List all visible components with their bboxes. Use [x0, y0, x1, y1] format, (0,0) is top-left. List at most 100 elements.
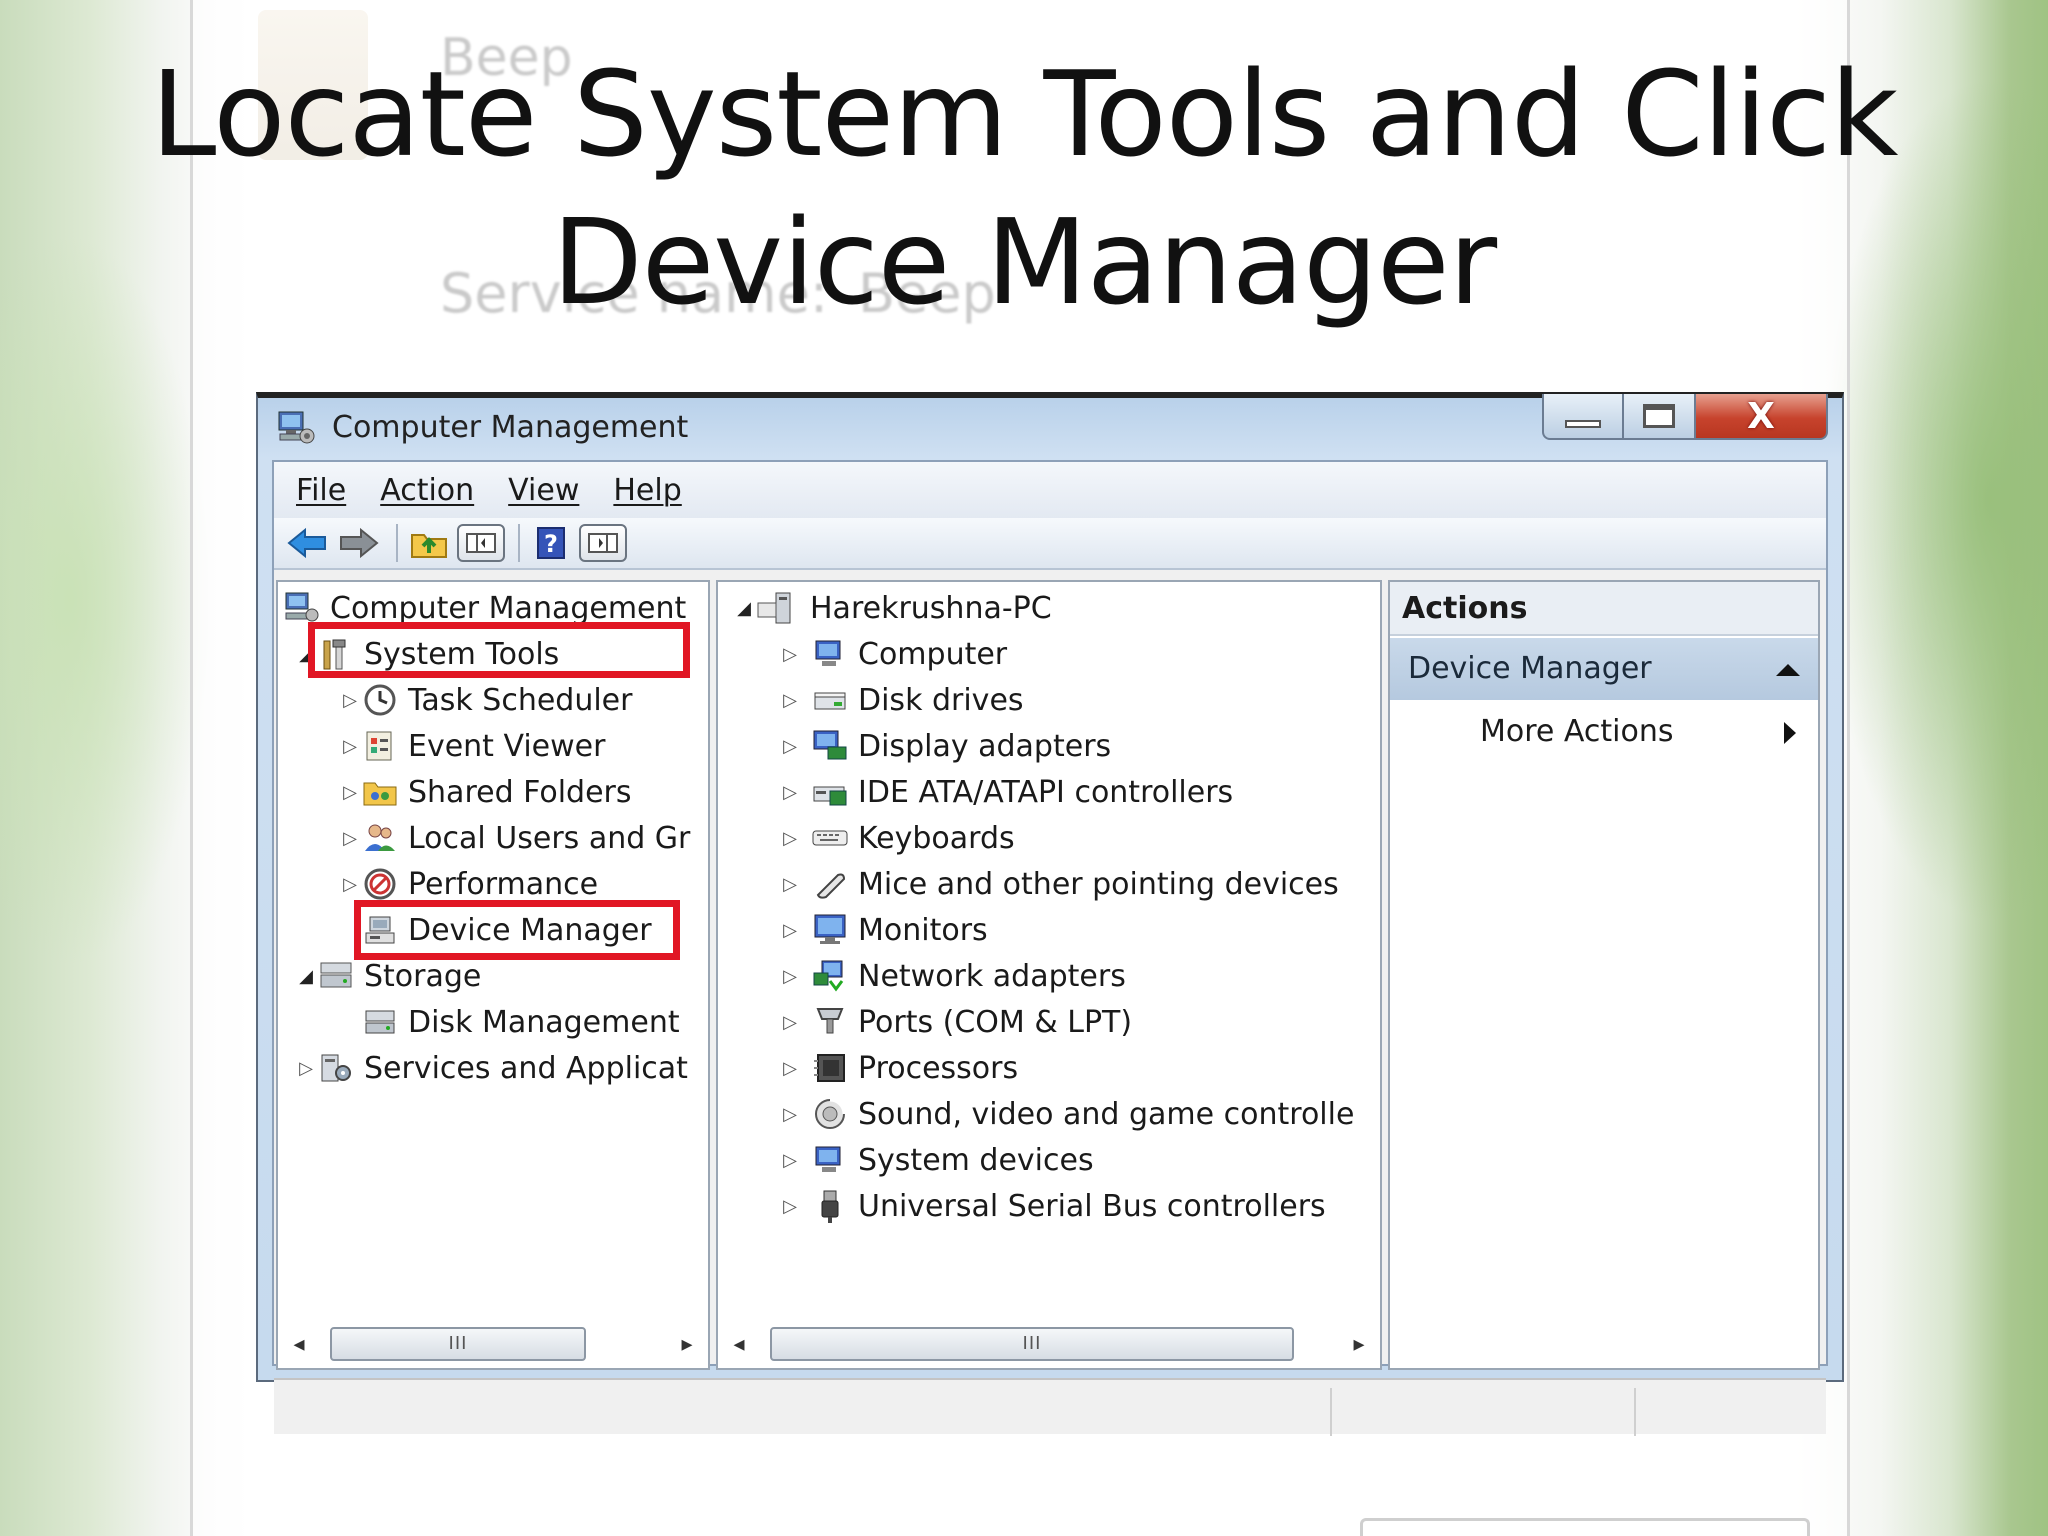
device-category-label: Network adapters	[858, 958, 1126, 994]
device-category-row[interactable]: ▷ Computer	[778, 632, 1007, 676]
minimize-button[interactable]	[1542, 394, 1624, 440]
collapsed-arrow-icon[interactable]: ▷	[778, 1196, 802, 1217]
toolbar: ?	[274, 518, 1826, 570]
collapse-up-icon[interactable]	[1776, 664, 1800, 676]
toolbar-separator	[396, 524, 398, 562]
scrollbar-thumb[interactable]: III	[330, 1327, 586, 1361]
expanded-arrow-icon[interactable]: ◢	[294, 966, 318, 987]
device-category-row[interactable]: ▷ Processors	[778, 1046, 1018, 1090]
tree-item-services-applications[interactable]: ▷ Services and Applicat	[294, 1046, 688, 1090]
tree-horizontal-scrollbar[interactable]: ◂ III ▸	[284, 1322, 702, 1366]
up-one-level-button[interactable]	[406, 521, 452, 565]
scrollbar-track[interactable]: III	[314, 1325, 672, 1363]
collapsed-arrow-icon[interactable]: ▷	[338, 736, 362, 757]
collapsed-arrow-icon[interactable]: ▷	[778, 966, 802, 987]
show-hide-tree-icon	[457, 524, 505, 562]
users-icon	[362, 821, 398, 855]
device-category-row[interactable]: ▷ Sound, video and game controlle	[778, 1092, 1354, 1136]
tree-label-performance: Performance	[408, 866, 599, 902]
keyboard-icon	[812, 821, 848, 855]
device-horizontal-scrollbar[interactable]: ◂ III ▸	[724, 1322, 1374, 1366]
tree-item-shared-folders[interactable]: ▷ Shared Folders	[338, 770, 631, 814]
device-category-row[interactable]: ▷ System devices	[778, 1138, 1094, 1182]
maximize-button[interactable]	[1624, 394, 1696, 440]
status-bar	[274, 1378, 1826, 1436]
tree-item-event-viewer[interactable]: ▷ Event Viewer	[338, 724, 605, 768]
collapsed-arrow-icon[interactable]: ▷	[338, 828, 362, 849]
collapsed-arrow-icon[interactable]: ▷	[338, 874, 362, 895]
device-category-label: Computer	[858, 636, 1008, 672]
show-hide-tree-button[interactable]	[457, 521, 505, 565]
collapsed-arrow-icon[interactable]: ▷	[778, 690, 802, 711]
collapsed-arrow-icon[interactable]: ▷	[778, 1058, 802, 1079]
help-button[interactable]: ?	[528, 521, 574, 565]
device-category-label: Monitors	[858, 912, 988, 948]
tree-item-storage[interactable]: ◢ Storage	[294, 954, 481, 998]
device-category-row[interactable]: ▷ Display adapters	[778, 724, 1111, 768]
display-adapter-icon	[812, 729, 848, 763]
collapsed-arrow-icon[interactable]: ▷	[778, 1150, 802, 1171]
title-bar[interactable]: Computer Management X	[258, 394, 1842, 460]
computer-icon	[812, 637, 848, 671]
device-category-label: Disk drives	[858, 682, 1024, 718]
tree-root-label: Computer Management	[330, 590, 687, 626]
computer-name-label: Harekrushna-PC	[810, 590, 1052, 626]
menu-action[interactable]: Action	[380, 473, 474, 508]
up-folder-icon	[411, 534, 447, 558]
menu-bar: File Action View Help	[274, 462, 1826, 518]
device-category-row[interactable]: ▷ Mice and other pointing devices	[778, 862, 1339, 906]
device-category-row[interactable]: ▷ IDE ATA/ATAPI controllers	[778, 770, 1233, 814]
scroll-right-icon[interactable]: ▸	[1344, 1332, 1374, 1357]
collapsed-arrow-icon[interactable]: ▷	[778, 644, 802, 665]
sound-icon	[812, 1097, 848, 1131]
collapsed-arrow-icon[interactable]: ▷	[778, 920, 802, 941]
collapsed-arrow-icon[interactable]: ▷	[778, 828, 802, 849]
collapsed-arrow-icon[interactable]: ▷	[778, 736, 802, 757]
collapsed-arrow-icon[interactable]: ▷	[778, 782, 802, 803]
caption-buttons: X	[1542, 394, 1828, 440]
scroll-left-icon[interactable]: ◂	[724, 1332, 754, 1357]
device-category-row[interactable]: ▷ Network adapters	[778, 954, 1126, 998]
tree-item-task-scheduler[interactable]: ▷ Task Scheduler	[338, 678, 632, 722]
back-button[interactable]	[284, 521, 330, 565]
menu-help[interactable]: Help	[613, 473, 681, 508]
scrollbar-thumb[interactable]: III	[770, 1327, 1294, 1361]
device-category-row[interactable]: ▷ Disk drives	[778, 678, 1024, 722]
performance-icon	[362, 867, 398, 901]
device-list-pane[interactable]: ◢ Harekrushna-PC ▷ Computer ▷ Disk drives ▷ D…	[716, 580, 1382, 1370]
collapsed-arrow-icon[interactable]: ▷	[338, 690, 362, 711]
close-button[interactable]: X	[1696, 394, 1828, 440]
ide-controller-icon	[812, 775, 848, 809]
collapsed-arrow-icon[interactable]: ▷	[294, 1058, 318, 1079]
device-category-label: Keyboards	[858, 820, 1015, 856]
scroll-right-icon[interactable]: ▸	[672, 1332, 702, 1357]
collapsed-arrow-icon[interactable]: ▷	[778, 874, 802, 895]
collapsed-arrow-icon[interactable]: ▷	[778, 1104, 802, 1125]
scrollbar-track[interactable]: III	[754, 1325, 1344, 1363]
console-tree-pane[interactable]: Computer Management ◢ System Tools ▷ Tas…	[276, 580, 710, 1370]
collapsed-arrow-icon[interactable]: ▷	[778, 1012, 802, 1033]
disk-management-icon	[362, 1005, 398, 1039]
computer-management-icon	[276, 410, 316, 446]
window-title: Computer Management	[332, 410, 689, 445]
more-actions-link[interactable]: More Actions	[1480, 714, 1674, 749]
device-root[interactable]: ◢ Harekrushna-PC	[732, 586, 1052, 630]
forward-button[interactable]	[336, 521, 382, 565]
menu-file[interactable]: File	[296, 473, 346, 508]
clock-icon	[362, 683, 398, 717]
device-category-row[interactable]: ▷ Monitors	[778, 908, 988, 952]
submenu-arrow-icon[interactable]	[1784, 722, 1796, 744]
tree-item-local-users[interactable]: ▷ Local Users and Gr	[338, 816, 690, 860]
show-hide-action-pane-button[interactable]	[579, 521, 627, 565]
device-category-label: Processors	[858, 1050, 1019, 1086]
tree-label-services-applications: Services and Applicat	[364, 1050, 688, 1086]
menu-view[interactable]: View	[508, 473, 579, 508]
device-category-row[interactable]: ▷ Universal Serial Bus controllers	[778, 1184, 1326, 1228]
device-category-row[interactable]: ▷ Ports (COM & LPT)	[778, 1000, 1132, 1044]
actions-section-device-manager[interactable]: Device Manager	[1390, 638, 1818, 700]
device-category-row[interactable]: ▷ Keyboards	[778, 816, 1015, 860]
tree-item-disk-management[interactable]: Disk Management	[362, 1000, 680, 1044]
expanded-arrow-icon[interactable]: ◢	[732, 598, 756, 619]
collapsed-arrow-icon[interactable]: ▷	[338, 782, 362, 803]
scroll-left-icon[interactable]: ◂	[284, 1332, 314, 1357]
